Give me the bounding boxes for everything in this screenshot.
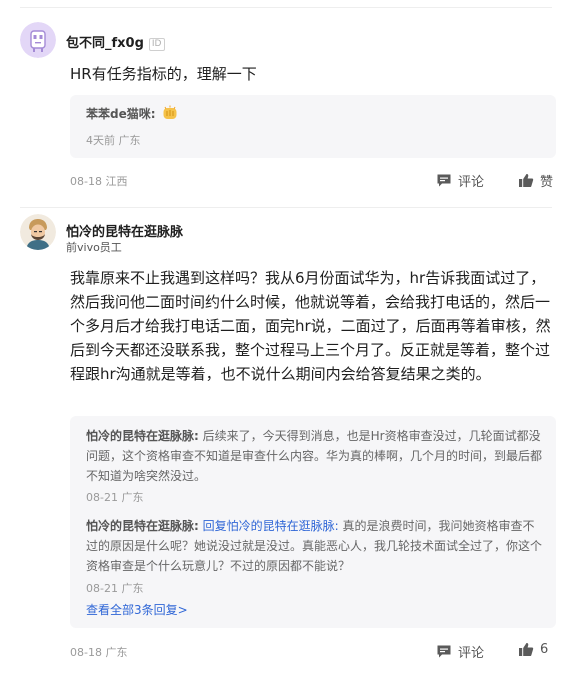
comment-icon <box>437 174 451 187</box>
reply-author[interactable]: 苯苯de猫咪: <box>86 107 156 121</box>
view-all-replies-link[interactable]: 查看全部3条回复> <box>86 601 188 618</box>
comment-button[interactable]: 评论 <box>436 642 484 661</box>
comment-label: 评论 <box>458 646 485 661</box>
reply-meta: 08-21 广东 <box>86 491 144 504</box>
divider <box>20 7 552 8</box>
comment-button[interactable]: 评论 <box>436 171 484 190</box>
comment-text: HR有任务指标的，理解一下 <box>70 65 257 83</box>
username[interactable]: 包不同_fx0g ID <box>66 32 165 51</box>
thumbs-up-icon <box>519 643 534 656</box>
like-button[interactable]: 6 <box>518 642 548 657</box>
comment-text: 我靠原来不止我遇到这样吗？我从6月份面试华为，hr告诉我面试过了，然后我问他二面… <box>70 269 551 383</box>
reply-meta: 08-21 广东 <box>86 582 144 595</box>
comment-icon <box>437 645 451 658</box>
username-text[interactable]: 包不同_fx0g <box>66 36 144 51</box>
avatar[interactable] <box>20 22 56 58</box>
like-label: 赞 <box>540 175 554 190</box>
comment-label: 评论 <box>458 175 485 190</box>
username[interactable]: 怕冷的昆特在逛脉脉 <box>66 221 183 240</box>
reply-box: 苯苯de猫咪: 4天前 广东 <box>70 95 556 158</box>
reply-item: 怕冷的昆特在逛脉脉: 回复怕冷的昆特在逛脉脉: 真的是浪费时间，我问她资格审查不… <box>86 516 544 576</box>
user-title: 前vivo员工 <box>66 241 122 254</box>
reply-author[interactable]: 怕冷的昆特在逛脉脉: <box>86 519 199 533</box>
thumbs-up-icon <box>519 174 534 187</box>
reply-meta: 4天前 广东 <box>86 134 141 147</box>
illustrated-avatar-icon <box>20 214 56 250</box>
reply-to-link[interactable]: 回复怕冷的昆特在逛脉脉: <box>203 519 339 533</box>
reply-item: 怕冷的昆特在逛脉脉: 后续来了，今天得到消息，也是Hr资格审查没过，几轮面试都没… <box>86 426 544 486</box>
reply-author[interactable]: 怕冷的昆特在逛脉脉: <box>86 429 199 443</box>
comment-meta: 08-18 广东 <box>70 646 128 659</box>
like-count: 6 <box>540 642 549 657</box>
id-badge: ID <box>148 38 165 51</box>
reply-box: 怕冷的昆特在逛脉脉: 后续来了，今天得到消息，也是Hr资格审查没过，几轮面试都没… <box>70 416 556 628</box>
avatar[interactable] <box>20 214 56 250</box>
divider <box>20 207 552 208</box>
comment-meta: 08-18 江西 <box>70 175 128 188</box>
reply-item: 苯苯de猫咪: <box>86 104 544 127</box>
robot-avatar-icon <box>20 22 56 58</box>
clapping-hands-icon <box>162 105 178 127</box>
like-button[interactable]: 赞 <box>518 171 553 190</box>
